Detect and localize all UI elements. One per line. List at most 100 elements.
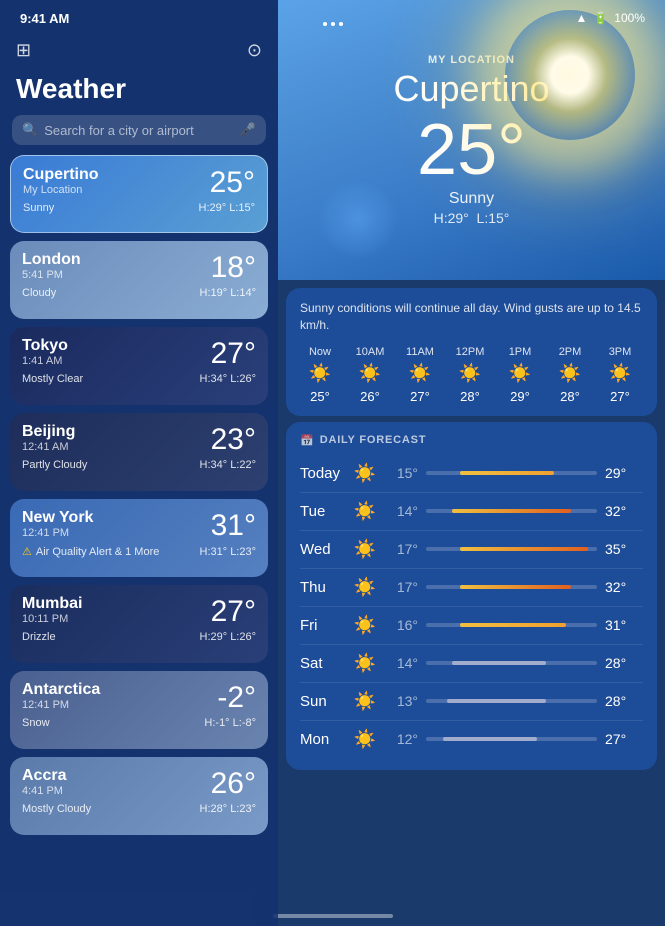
home-indicator: [273, 914, 393, 918]
city-temp: 25°: [210, 166, 255, 200]
city-hl: H:29° L:26°: [200, 631, 257, 643]
daily-day: Wed: [300, 541, 350, 558]
daily-sun-icon: ☀️: [350, 691, 380, 712]
daily-row: Today ☀️ 15° 29°: [300, 455, 643, 493]
hero-condition: Sunny: [449, 190, 494, 208]
city-card[interactable]: Tokyo 1:41 AM 27° Mostly Clear H:34° L:2…: [10, 327, 268, 405]
status-time: 9:41 AM: [20, 11, 69, 26]
daily-bar: [452, 509, 572, 513]
daily-sun-icon: ☀️: [350, 501, 380, 522]
options-icon[interactable]: ⊙: [247, 40, 262, 61]
city-temp: 23°: [211, 423, 256, 457]
status-right: ▲ 🔋 100%: [575, 11, 645, 25]
city-card[interactable]: Accra 4:41 PM 26° Mostly Cloudy H:28° L:…: [10, 757, 268, 835]
daily-low: 13°: [380, 693, 418, 709]
hourly-label: 2PM: [559, 346, 582, 358]
daily-row: Sat ☀️ 14° 28°: [300, 645, 643, 683]
city-bottom: Mostly Clear H:34° L:26°: [22, 373, 256, 385]
battery-icon: 🔋: [593, 11, 608, 25]
hourly-item: 12PM ☀️ 28°: [450, 346, 490, 404]
hourly-temp: 27°: [410, 389, 430, 404]
city-card[interactable]: Antarctica 12:41 PM -2° Snow H:-1° L:-8°: [10, 671, 268, 749]
hourly-label: 10AM: [356, 346, 385, 358]
daily-bar: [452, 661, 546, 665]
hourly-sun-icon: ☀️: [309, 363, 331, 384]
left-panel: ⊞ ⊙ Weather 🔍 🎤 Cupertino My Location 25…: [0, 0, 278, 926]
daily-bar-container: [426, 737, 597, 741]
hero-temp: 25°: [417, 114, 526, 186]
hero-hl: H:29° L:15°: [434, 210, 510, 226]
city-condition: Cloudy: [22, 287, 56, 299]
daily-bar: [447, 699, 546, 703]
daily-low: 12°: [380, 731, 418, 747]
city-card[interactable]: London 5:41 PM 18° Cloudy H:19° L:14°: [10, 241, 268, 319]
daily-day: Mon: [300, 731, 350, 748]
daily-high: 29°: [605, 465, 643, 481]
hourly-sun-icon: ☀️: [359, 363, 381, 384]
hourly-label: 11AM: [406, 346, 434, 358]
my-location-label: MY LOCATION: [428, 54, 515, 66]
city-hl: H:19° L:14°: [200, 287, 257, 299]
daily-sun-icon: ☀️: [350, 463, 380, 484]
search-input[interactable]: [44, 123, 234, 138]
daily-high: 35°: [605, 541, 643, 557]
hourly-sun-icon: ☀️: [559, 363, 581, 384]
status-bar: 9:41 AM ▲ 🔋 100%: [0, 0, 665, 36]
daily-high: 31°: [605, 617, 643, 633]
city-bottom: Partly Cloudy H:34° L:22°: [22, 459, 256, 471]
daily-low: 16°: [380, 617, 418, 633]
city-hl: H:28° L:23°: [200, 803, 257, 815]
city-hl: H:29° L:15°: [199, 202, 256, 214]
weather-title: Weather: [0, 69, 278, 115]
hourly-item: 11AM ☀️ 27°: [400, 346, 440, 404]
wifi-icon: ▲: [575, 11, 587, 25]
daily-sun-icon: ☀️: [350, 615, 380, 636]
daily-low: 17°: [380, 579, 418, 595]
city-condition: Partly Cloudy: [22, 459, 87, 471]
daily-day: Fri: [300, 617, 350, 634]
search-bar[interactable]: 🔍 🎤: [12, 115, 266, 145]
hourly-section: Sunny conditions will continue all day. …: [286, 288, 657, 416]
daily-day: Today: [300, 465, 350, 482]
hourly-scroll[interactable]: Now ☀️ 25° 10AM ☀️ 26° 11AM ☀️ 27° 12PM …: [300, 346, 643, 404]
battery-percent: 100%: [614, 11, 645, 25]
city-card[interactable]: Beijing 12:41 AM 23° Partly Cloudy H:34°…: [10, 413, 268, 491]
city-condition: Mostly Cloudy: [22, 803, 91, 815]
daily-row: Thu ☀️ 17° 32°: [300, 569, 643, 607]
sidebar-icon[interactable]: ⊞: [16, 40, 31, 61]
mic-icon[interactable]: 🎤: [240, 122, 256, 138]
city-temp: 26°: [211, 767, 256, 801]
city-card[interactable]: Cupertino My Location 25° Sunny H:29° L:…: [10, 155, 268, 233]
daily-high: 28°: [605, 655, 643, 671]
daily-row: Tue ☀️ 14° 32°: [300, 493, 643, 531]
daily-bar-container: [426, 585, 597, 589]
hero-glow: [318, 180, 398, 260]
daily-header: 📅 DAILY FORECAST: [300, 434, 643, 447]
daily-sun-icon: ☀️: [350, 653, 380, 674]
hero-high: H:29°: [434, 210, 469, 226]
hourly-temp: 28°: [560, 389, 580, 404]
hourly-item: 10AM ☀️ 26°: [350, 346, 390, 404]
city-card[interactable]: Mumbai 10:11 PM 27° Drizzle H:29° L:26°: [10, 585, 268, 663]
city-condition: Drizzle: [22, 631, 56, 643]
city-card[interactable]: New York 12:41 PM 31° ⚠Air Quality Alert…: [10, 499, 268, 577]
hourly-label: 1PM: [509, 346, 532, 358]
hourly-temp: 26°: [360, 389, 380, 404]
dots-indicator: [323, 22, 343, 26]
daily-sun-icon: ☀️: [350, 539, 380, 560]
daily-high: 27°: [605, 731, 643, 747]
daily-low: 14°: [380, 503, 418, 519]
city-temp: 27°: [211, 595, 256, 629]
daily-row: Wed ☀️ 17° 35°: [300, 531, 643, 569]
daily-day: Sun: [300, 693, 350, 710]
daily-bar: [443, 737, 537, 741]
hourly-sun-icon: ☀️: [609, 363, 631, 384]
dot-1: [323, 22, 327, 26]
city-condition: Mostly Clear: [22, 373, 83, 385]
city-bottom: Mostly Cloudy H:28° L:23°: [22, 803, 256, 815]
right-panel: MY LOCATION Cupertino 25° Sunny H:29° L:…: [278, 0, 665, 926]
hourly-sun-icon: ☀️: [459, 363, 481, 384]
city-hl: H:31° L:23°: [200, 546, 257, 558]
daily-sun-icon: ☀️: [350, 729, 380, 750]
city-temp: 31°: [211, 509, 256, 543]
